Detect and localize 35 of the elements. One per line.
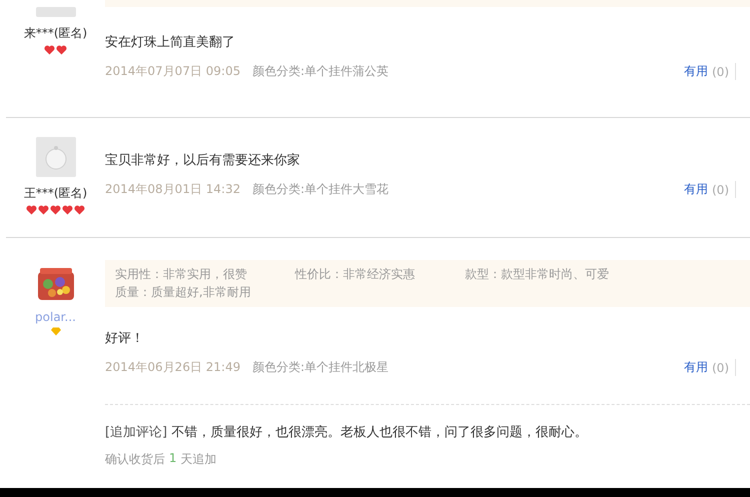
diamond-icon xyxy=(50,327,60,336)
impression-tag: 实用性：非常实用，很赞 xyxy=(115,266,295,283)
sku-info: 颜色分类:单个挂件大雪花 xyxy=(252,181,389,198)
review-text: 好评！ xyxy=(105,330,145,347)
username: 来***(匿名) xyxy=(24,25,88,42)
append-label: [追加评论] xyxy=(105,425,168,440)
review-text: 宝贝非常好，以后有需要还来你家 xyxy=(105,152,301,169)
useful-link[interactable]: 有用 xyxy=(684,181,708,198)
review-date: 2014年06月26日 21:49 xyxy=(105,359,240,376)
username: 王***(匿名) xyxy=(24,185,88,202)
heart-icon xyxy=(44,45,55,55)
useful-count: (0) xyxy=(712,182,729,196)
append-note: 天追加 xyxy=(180,451,217,468)
review-text: 安在灯珠上简直美翻了 xyxy=(105,34,236,51)
useful-count: (0) xyxy=(712,360,729,374)
impression-tag: 质量：质量超好,非常耐用 xyxy=(115,284,295,301)
useful-link[interactable]: 有用 xyxy=(684,359,708,376)
useful-count: (0) xyxy=(712,64,729,78)
append-note: 确认收货后 xyxy=(105,451,165,468)
heart-icon xyxy=(74,205,85,215)
heart-icon xyxy=(38,205,49,215)
heart-icon xyxy=(62,205,73,215)
sku-info: 颜色分类:单个挂件北极星 xyxy=(252,359,389,376)
useful-link[interactable]: 有用 xyxy=(684,63,708,80)
avatar xyxy=(36,7,76,17)
review-date: 2014年08月01日 14:32 xyxy=(105,181,240,198)
heart-icon xyxy=(26,205,37,215)
heart-icon xyxy=(50,205,61,215)
heart-icon xyxy=(56,45,67,55)
impression-tag: 款型：款型非常时尚、可爱 xyxy=(465,266,740,283)
sku-info: 颜色分类:单个挂件蒲公英 xyxy=(252,63,389,80)
append-days: 1 xyxy=(169,451,177,468)
impression-tag: 性价比：非常经济实惠 xyxy=(295,266,465,283)
review-date: 2014年07月07日 09:05 xyxy=(105,63,240,80)
append-text: 不错，质量很好，也很漂亮。老板人也很不错，问了很多问题，很耐心。 xyxy=(171,425,588,440)
